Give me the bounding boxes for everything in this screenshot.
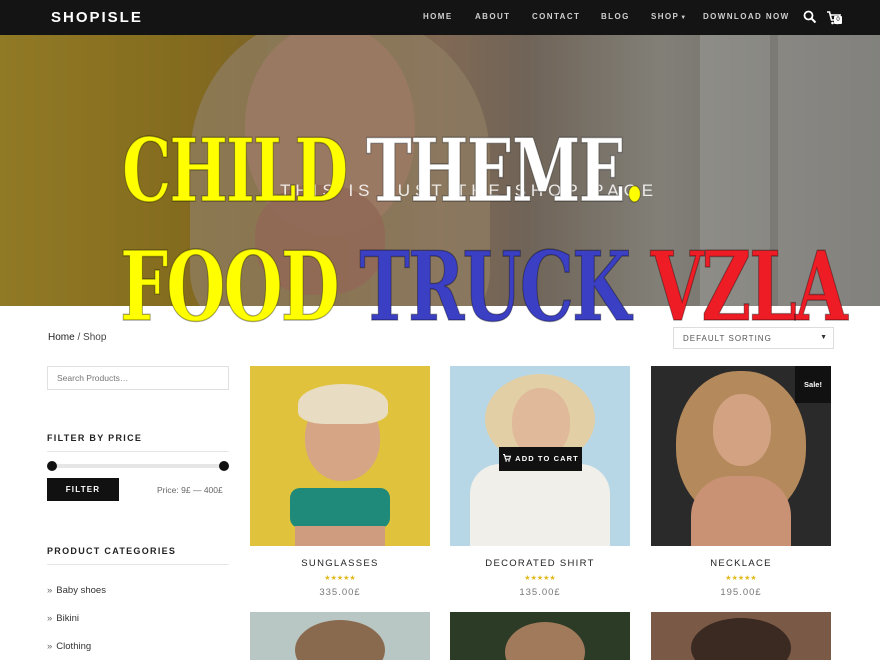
nav-download[interactable]: DOWNLOAD NOW (703, 12, 790, 21)
product-model-body (295, 526, 385, 546)
product-model-top (290, 488, 390, 528)
product-image[interactable] (250, 366, 430, 546)
breadcrumb-current: Shop (83, 332, 107, 343)
overlay-word: . (623, 119, 646, 223)
product-name[interactable]: SUNGLASSES (250, 558, 430, 569)
product-search-input[interactable] (47, 366, 229, 390)
overlay-word: THEME (365, 119, 626, 223)
divider (47, 564, 229, 565)
product-model-hair (298, 384, 388, 424)
price-slider-min-handle[interactable] (47, 461, 57, 471)
nav-about[interactable]: ABOUT (475, 12, 510, 21)
product-card[interactable]: ADD TO CART DECORATED SHIRT ★★★★★ 135.00… (450, 366, 630, 606)
price-slider-track[interactable] (51, 464, 224, 468)
overlay-word: FOOD (120, 231, 341, 344)
product-name[interactable]: NECKLACE (651, 558, 831, 569)
nav-home[interactable]: HOME (423, 12, 453, 21)
product-model (691, 618, 791, 660)
product-model (713, 394, 771, 466)
product-model-body (691, 476, 791, 546)
product-price: 195.00£ (720, 587, 762, 598)
sale-badge: Sale! (795, 366, 831, 403)
price-max: 400£ (203, 485, 223, 495)
price-dash: — (192, 485, 202, 495)
overlay-word: VZLA (650, 231, 848, 344)
divider (47, 451, 229, 452)
category-label: Clothing (56, 641, 92, 652)
price-range-label: Price: 9£ — 400£ (157, 485, 223, 495)
category-label: Bikini (56, 613, 79, 624)
filter-by-price-title: FILTER BY PRICE (47, 433, 143, 443)
overlay-title-line1: CHILD THEME. (121, 119, 646, 223)
raquo-icon: » (47, 585, 53, 596)
site-logo[interactable]: SHOPISLE (51, 9, 143, 26)
cart-icon (503, 454, 512, 462)
product-model (295, 620, 385, 660)
overlay-title-line2: FOOD TRUCK VZLA (120, 231, 849, 344)
category-item[interactable]: » Baby shoes (47, 585, 106, 596)
breadcrumb-home-link[interactable]: Home (48, 332, 75, 343)
product-categories-title: PRODUCT CATEGORIES (47, 546, 177, 556)
filter-button[interactable]: FILTER (47, 478, 119, 501)
price-label: Price: (157, 485, 179, 495)
category-item[interactable]: » Bikini (47, 613, 79, 624)
overlay-word: CHILD (121, 119, 348, 223)
rating-stars-icon: ★★★★★ (524, 575, 556, 582)
price-min: 9£ (181, 485, 191, 495)
raquo-icon: » (47, 641, 53, 652)
overlay-word: TRUCK (359, 231, 632, 344)
category-label: Baby shoes (56, 585, 106, 596)
product-model-shirt (470, 464, 610, 546)
rating-stars-icon: ★★★★★ (324, 575, 356, 582)
add-to-cart-button[interactable]: ADD TO CART (499, 447, 582, 471)
product-image[interactable] (651, 612, 831, 660)
nav-shop[interactable]: SHOP▼ (651, 12, 688, 21)
product-price: 135.00£ (519, 587, 561, 598)
rating-stars-icon: ★★★★★ (725, 575, 757, 582)
search-icon[interactable] (803, 10, 817, 24)
breadcrumb-separator: / (74, 332, 84, 343)
breadcrumb: Home / Shop (48, 332, 106, 343)
category-item[interactable]: » Clothing (47, 641, 91, 652)
nav-shop-label: SHOP (651, 12, 680, 21)
product-card[interactable]: Sale! NECKLACE ★★★★★ 195.00£ (651, 366, 831, 606)
raquo-icon: » (47, 613, 53, 624)
product-image[interactable] (450, 612, 630, 660)
cart-count-badge: 0 (834, 16, 842, 24)
product-image[interactable] (250, 612, 430, 660)
add-to-cart-label: ADD TO CART (515, 454, 579, 463)
product-name[interactable]: DECORATED SHIRT (450, 558, 630, 569)
product-price: 335.00£ (319, 587, 361, 598)
site-header: SHOPISLE HOME ABOUT CONTACT BLOG SHOP▼ D… (0, 0, 880, 35)
nav-contact[interactable]: CONTACT (532, 12, 580, 21)
price-slider-max-handle[interactable] (219, 461, 229, 471)
chevron-down-icon: ▼ (680, 15, 688, 21)
product-model (505, 622, 585, 660)
nav-blog[interactable]: BLOG (601, 12, 630, 21)
product-card[interactable]: SUNGLASSES ★★★★★ 335.00£ (250, 366, 430, 606)
